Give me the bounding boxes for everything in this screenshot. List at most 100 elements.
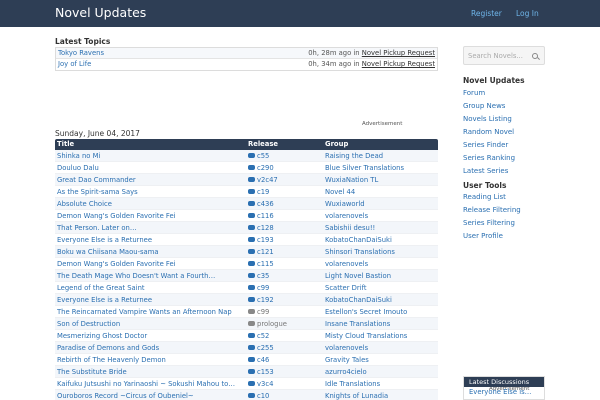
sidebar-nav-link[interactable]: Novels Listing xyxy=(463,115,512,123)
release-chapter[interactable]: prologue xyxy=(257,320,287,328)
series-title-link[interactable]: The Substitute Bride xyxy=(57,366,245,378)
release-link[interactable]: c121 xyxy=(248,246,274,258)
release-chapter[interactable]: c46 xyxy=(257,356,269,364)
series-title-link[interactable]: Douluo Dalu xyxy=(57,162,245,174)
search-icon[interactable] xyxy=(532,53,538,59)
group-link[interactable]: KobatoChanDaiSuki xyxy=(325,234,392,246)
group-link[interactable]: Knights of Lunadia xyxy=(325,390,388,400)
release-chapter[interactable]: c128 xyxy=(257,224,274,232)
sidebar-nav-link[interactable]: Series Finder xyxy=(463,141,508,149)
search-novels-box[interactable]: Search Novels... xyxy=(463,46,545,65)
release-chapter[interactable]: c115 xyxy=(257,260,274,268)
series-title-link[interactable]: That Person. Later on… xyxy=(57,222,245,234)
release-chapter[interactable]: c192 xyxy=(257,296,274,304)
group-link[interactable]: Wuxiaworld xyxy=(325,198,365,210)
series-title-link[interactable]: Boku wa Chiisana Maou-sama xyxy=(57,246,245,258)
group-link[interactable]: Estellon's Secret Imouto xyxy=(325,306,407,318)
release-link[interactable]: c193 xyxy=(248,234,274,246)
group-link[interactable]: volarenovels xyxy=(325,258,368,270)
group-link[interactable]: Insane Translations xyxy=(325,318,390,330)
sidebar-nav-link[interactable]: Group News xyxy=(463,102,505,110)
topic-link[interactable]: Joy of Life xyxy=(58,59,91,69)
release-chapter[interactable]: c19 xyxy=(257,188,269,196)
release-chapter[interactable]: c153 xyxy=(257,368,274,376)
discussion-link[interactable]: Everyone Else is… xyxy=(464,387,544,398)
series-title-link[interactable]: Great Dao Commander xyxy=(57,174,245,186)
release-chapter[interactable]: c35 xyxy=(257,272,269,280)
release-link[interactable]: c436 xyxy=(248,198,274,210)
series-title-link[interactable]: Shinka no Mi xyxy=(57,150,245,162)
login-link[interactable]: Log In xyxy=(516,9,539,18)
release-chapter[interactable]: v3c4 xyxy=(257,380,273,388)
series-title-link[interactable]: Absolute Choice xyxy=(57,198,245,210)
release-link[interactable]: c192 xyxy=(248,294,274,306)
release-link[interactable]: c52 xyxy=(248,330,269,342)
group-link[interactable]: Gravity Tales xyxy=(325,354,369,366)
series-title-link[interactable]: The Death Mage Who Doesn't Want a Fourth… xyxy=(57,270,245,282)
series-title-link[interactable]: Mesmerizing Ghost Doctor xyxy=(57,330,245,342)
release-chapter[interactable]: c121 xyxy=(257,248,274,256)
series-title-link[interactable]: Kaifuku Jutsushi no Yarinaoshi ~ Sokushi… xyxy=(57,378,245,390)
group-link[interactable]: Scatter Drift xyxy=(325,282,367,294)
group-link[interactable]: Blue Silver Translations xyxy=(325,162,404,174)
group-link[interactable]: Sabishii desu!! xyxy=(325,222,375,234)
series-title-link[interactable]: Son of Destruction xyxy=(57,318,245,330)
release-chapter[interactable]: c52 xyxy=(257,332,269,340)
search-input[interactable]: Search Novels... xyxy=(468,52,523,60)
sidebar-tool-link[interactable]: User Profile xyxy=(463,232,503,240)
release-chapter[interactable]: c116 xyxy=(257,212,274,220)
release-link[interactable]: c46 xyxy=(248,354,269,366)
sidebar-tool-link[interactable]: Series Filtering xyxy=(463,219,515,227)
group-link[interactable]: Misty Cloud Translations xyxy=(325,330,407,342)
sidebar-nav-link[interactable]: Random Novel xyxy=(463,128,514,136)
group-link[interactable]: Shinsori Translations xyxy=(325,246,395,258)
release-link[interactable]: c99 xyxy=(248,282,269,294)
sidebar-nav-link[interactable]: Series Ranking xyxy=(463,154,515,162)
release-chapter[interactable]: v2c47 xyxy=(257,176,278,184)
site-logo[interactable]: Novel Updates xyxy=(55,5,146,20)
series-title-link[interactable]: Everyone Else is a Returnee xyxy=(57,234,245,246)
sidebar-tool-link[interactable]: Reading List xyxy=(463,193,506,201)
group-link[interactable]: Novel 44 xyxy=(325,186,355,198)
release-chapter[interactable]: c255 xyxy=(257,344,274,352)
sidebar-tool-link[interactable]: Release Filtering xyxy=(463,206,521,214)
release-link[interactable]: c153 xyxy=(248,366,274,378)
release-chapter[interactable]: c99 xyxy=(257,284,269,292)
group-link[interactable]: KobatoChanDaiSuki xyxy=(325,294,392,306)
group-link[interactable]: Idle Translations xyxy=(325,378,380,390)
group-link[interactable]: Light Novel Bastion xyxy=(325,270,391,282)
series-title-link[interactable]: Paradise of Demons and Gods xyxy=(57,342,245,354)
release-link[interactable]: c55 xyxy=(248,150,269,162)
release-link[interactable]: c35 xyxy=(248,270,269,282)
group-link[interactable]: Raising the Dead xyxy=(325,150,383,162)
release-chapter[interactable]: c10 xyxy=(257,392,269,400)
release-link[interactable]: v3c4 xyxy=(248,378,273,390)
release-chapter[interactable]: c193 xyxy=(257,236,274,244)
release-chapter[interactable]: c55 xyxy=(257,152,269,160)
register-link[interactable]: Register xyxy=(471,9,502,18)
release-link[interactable]: c255 xyxy=(248,342,274,354)
release-chapter[interactable]: c290 xyxy=(257,164,274,172)
series-title-link[interactable]: Ouroboros Record ~Circus of Oubeniel~ xyxy=(57,390,245,400)
topic-link[interactable]: Tokyo Ravens xyxy=(58,48,104,58)
release-link[interactable]: c128 xyxy=(248,222,274,234)
release-link[interactable]: c115 xyxy=(248,258,274,270)
group-link[interactable]: azurro4cielo xyxy=(325,366,367,378)
topic-category-link[interactable]: Novel Pickup Request xyxy=(362,49,435,57)
topic-category-link[interactable]: Novel Pickup Request xyxy=(362,60,435,68)
release-link[interactable]: prologue xyxy=(248,318,287,330)
series-title-link[interactable]: The Reincarnated Vampire Wants an Aftern… xyxy=(57,306,245,318)
series-title-link[interactable]: Demon Wang's Golden Favorite Fei xyxy=(57,210,245,222)
release-link[interactable]: c116 xyxy=(248,210,274,222)
release-chapter[interactable]: c436 xyxy=(257,200,274,208)
release-link[interactable]: c290 xyxy=(248,162,274,174)
series-title-link[interactable]: Legend of the Great Saint xyxy=(57,282,245,294)
series-title-link[interactable]: As the Spirit-sama Says xyxy=(57,186,245,198)
release-link[interactable]: v2c47 xyxy=(248,174,278,186)
series-title-link[interactable]: Rebirth of The Heavenly Demon xyxy=(57,354,245,366)
group-link[interactable]: volarenovels xyxy=(325,342,368,354)
series-title-link[interactable]: Demon Wang's Golden Favorite Fei xyxy=(57,258,245,270)
release-link[interactable]: c19 xyxy=(248,186,269,198)
group-link[interactable]: volarenovels xyxy=(325,210,368,222)
series-title-link[interactable]: Everyone Else is a Returnee xyxy=(57,294,245,306)
